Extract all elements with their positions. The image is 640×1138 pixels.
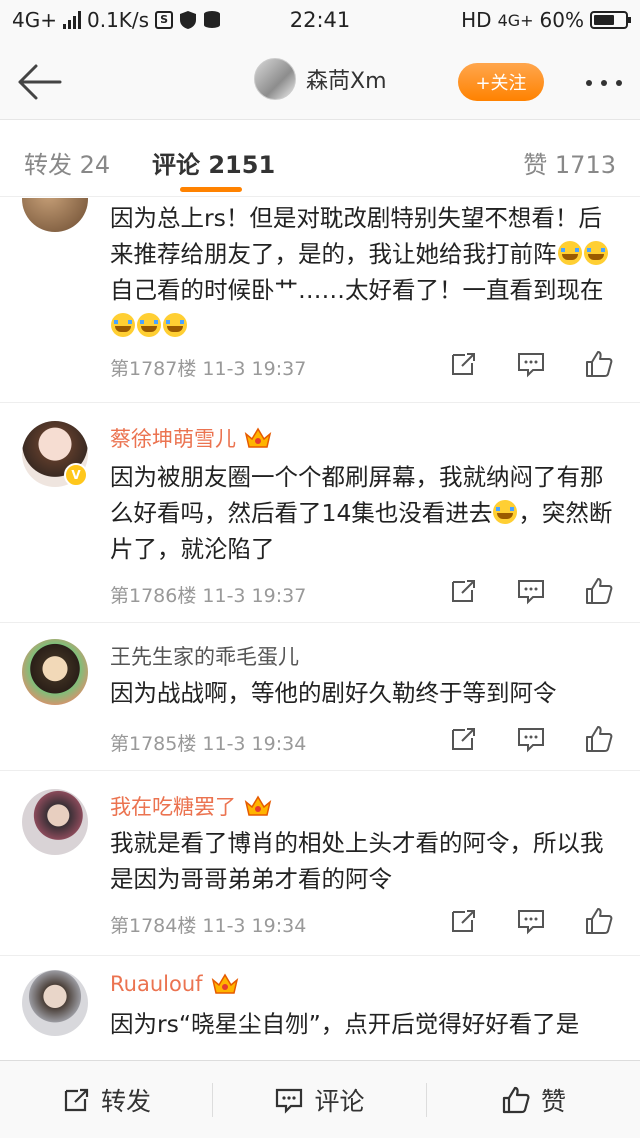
comment-list[interactable]: 因为总上rs！但是对耽改剧特别失望不想看！后来推荐给朋友了，是的，我让她给我打前… (0, 198, 640, 1060)
comment-icon (276, 1088, 303, 1114)
comment-meta: 第1787楼 11-3 19:37 (110, 358, 307, 380)
commenter-name[interactable]: Ruaulouf (110, 972, 239, 996)
back-arrow-icon[interactable] (16, 62, 62, 102)
comment-text: 因为战战啊，等他的剧好久勒终于等到阿令 (110, 679, 557, 707)
commenter-avatar[interactable] (22, 789, 88, 855)
comment-icon[interactable] (516, 576, 546, 606)
repost-button[interactable]: 转发 (0, 1061, 212, 1138)
comment-icon[interactable] (516, 906, 546, 936)
comment-actions (448, 724, 614, 754)
verified-badge-icon: V (64, 463, 88, 487)
vip-crown-icon (244, 427, 272, 448)
comment-text: 因为被朋友圈一个个都刷屏幕，我就纳闷了有那么好看吗，然后看了14集也没看进去 ，突… (110, 463, 613, 563)
active-tab-indicator (180, 187, 242, 192)
comment-label: 评论 (314, 1087, 365, 1116)
status-right: HD 4G+ 60% (461, 8, 631, 32)
author-name[interactable]: 森苘Xm (306, 63, 387, 95)
vip-crown-icon (244, 795, 272, 816)
repost-icon[interactable] (448, 724, 478, 754)
laughing-emoji-icon (163, 313, 187, 337)
comment-item: 王先生家的乖毛蛋儿 因为战战啊，等他的剧好久勒终于等到阿令 第1785楼 11-… (0, 623, 640, 771)
hd-label: HD (461, 8, 492, 32)
commenter-name[interactable]: 蔡徐坤萌雪儿 (110, 423, 272, 453)
author-avatar[interactable] (254, 58, 296, 100)
repost-icon[interactable] (448, 906, 478, 936)
comment-actions (448, 906, 614, 936)
comment-text: 我就是看了博肖的相处上头才看的阿令，所以我是因为哥哥弟弟才看的阿令 (110, 829, 604, 893)
crying-laughing-emoji-icon (583, 241, 608, 265)
tab-comments[interactable]: 评论 2151 (152, 145, 275, 180)
repost-label: 转发 (100, 1087, 151, 1116)
comment-actions (448, 576, 614, 606)
network-type-right: 4G+ (497, 10, 534, 30)
comment-text: 因为rs“晓星尘自刎”，点开后觉得好好看了是 (110, 1010, 580, 1038)
commenter-name[interactable]: 王先生家的乖毛蛋儿 (110, 641, 299, 671)
like-icon[interactable] (584, 576, 614, 606)
commenter-avatar[interactable] (22, 639, 88, 705)
crying-laughing-emoji-icon (493, 500, 518, 524)
like-icon (502, 1086, 530, 1114)
like-icon[interactable] (584, 349, 614, 379)
comment-meta: 第1784楼 11-3 19:34 (110, 915, 307, 937)
laughing-emoji-icon (137, 313, 161, 337)
tab-bar: 转发 24 评论 2151 赞 1713 (0, 121, 640, 197)
more-options-icon[interactable] (586, 80, 622, 86)
comment-item: V 蔡徐坤萌雪儿 因为被朋友圈一个个都刷屏幕，我就纳闷了有那么好看吗，然后看了1… (0, 403, 640, 623)
commenter-avatar[interactable] (22, 198, 88, 232)
like-label: 赞 (540, 1087, 566, 1116)
vip-crown-icon (211, 973, 238, 994)
commenter-name[interactable]: 我在吃糖罢了 (110, 791, 272, 821)
laughing-emoji-icon (111, 313, 135, 337)
like-icon[interactable] (584, 724, 614, 754)
like-button[interactable]: 赞 (427, 1061, 640, 1138)
repost-icon (64, 1088, 89, 1112)
nav-bar: 森苘Xm +关注 (0, 44, 640, 120)
tab-likes[interactable]: 赞 1713 (523, 145, 616, 180)
repost-icon[interactable] (448, 349, 478, 379)
bottom-action-bar: 转发 评论 赞 (0, 1060, 640, 1138)
post-author[interactable]: 森苘Xm (254, 58, 387, 100)
comment-actions (448, 349, 614, 379)
like-icon[interactable] (584, 906, 614, 936)
battery-percent: 60% (539, 8, 584, 32)
commenter-avatar[interactable] (22, 970, 88, 1036)
comment-text: 因为总上rs！但是对耽改剧特别失望不想看！后来推荐给朋友了，是的，我让她给我打前… (110, 200, 622, 344)
status-bar: 4G+ 0.1K/s S 22:41 HD 4G+ 60% (0, 0, 640, 44)
comment-button[interactable]: 评论 (213, 1061, 426, 1138)
comment-icon[interactable] (516, 349, 546, 379)
crying-laughing-emoji-icon (557, 241, 582, 265)
repost-icon[interactable] (448, 576, 478, 606)
comment-item: Ruaulouf 因为rs“晓星尘自刎”，点开后觉得好好看了是 (0, 956, 640, 1060)
tab-repost[interactable]: 转发 24 (24, 145, 110, 180)
comment-meta: 第1785楼 11-3 19:34 (110, 733, 307, 755)
comment-item: 因为总上rs！但是对耽改剧特别失望不想看！后来推荐给朋友了，是的，我让她给我打前… (0, 198, 640, 403)
battery-icon (590, 11, 631, 29)
comment-meta: 第1786楼 11-3 19:37 (110, 585, 307, 607)
comment-item: 我在吃糖罢了 我就是看了博肖的相处上头才看的阿令，所以我是因为哥哥弟弟才看的阿令… (0, 771, 640, 956)
follow-button[interactable]: +关注 (458, 63, 544, 101)
comment-icon[interactable] (516, 724, 546, 754)
